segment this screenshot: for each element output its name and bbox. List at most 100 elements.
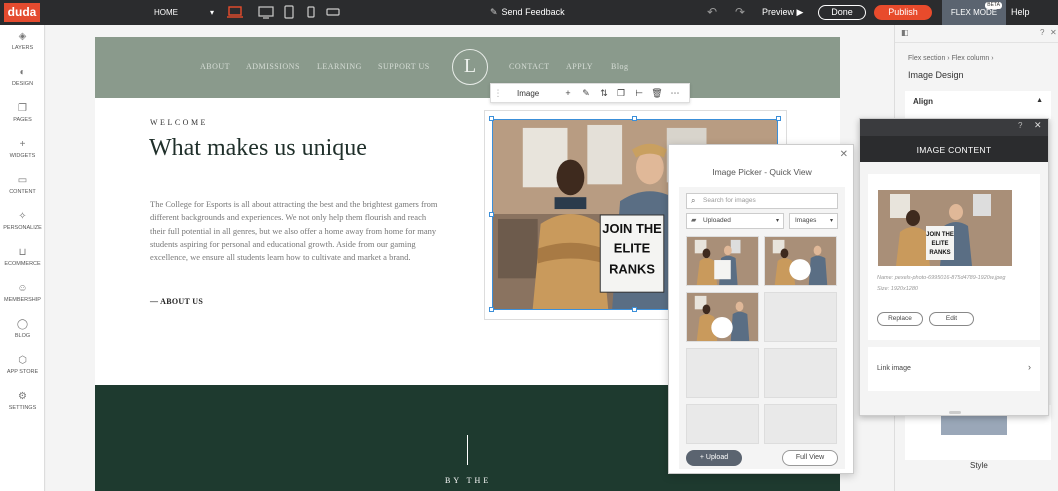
add-icon[interactable]: + [561, 84, 575, 103]
publish-button[interactable]: Publish [874, 5, 932, 20]
align-icon[interactable]: ⊢ [632, 84, 646, 103]
done-button[interactable]: Done [818, 5, 866, 20]
nav-link-contact[interactable]: CONTACT [509, 62, 550, 71]
align-section[interactable]: Align ▲ [905, 91, 1051, 119]
gear-icon: ⚙ [18, 391, 27, 402]
trash-icon[interactable]: 🗑 [650, 84, 664, 103]
image-thumbnail[interactable] [764, 236, 837, 286]
nav-link-blog[interactable]: Blog [611, 62, 629, 71]
toolbar-element-label: Image [517, 89, 540, 98]
sidebar-item-label: CONTENT [9, 189, 36, 195]
thumbnail-photo [687, 237, 758, 285]
sidebar-item-content[interactable]: ▭ CONTENT [0, 175, 45, 195]
help-button[interactable]: Help [1011, 0, 1030, 25]
close-icon[interactable]: ✕ [1034, 120, 1042, 131]
duplicate-icon[interactable]: ❐ [614, 84, 628, 103]
image-thumbnail-placeholder[interactable] [686, 404, 759, 444]
edit-button[interactable]: Edit [929, 312, 974, 326]
content-panel-header: ? ✕ IMAGE CONTENT [860, 119, 1048, 162]
style-label: Style [970, 461, 988, 470]
mobile-landscape-icon[interactable] [324, 4, 342, 20]
help-icon[interactable]: ? [1018, 121, 1022, 130]
resize-handle[interactable] [489, 212, 494, 217]
sign-line-1: JOIN THE [926, 232, 954, 238]
image-thumbnail[interactable] [686, 292, 759, 342]
nav-link-learning[interactable]: LEARNING [317, 62, 362, 71]
about-us-link[interactable]: — ABOUT US [150, 297, 203, 306]
image-thumbnail-placeholder[interactable] [764, 348, 837, 398]
sidebar-item-membership[interactable]: ☺ MEMBERSHIP [0, 283, 45, 303]
appstore-icon: ⬡ [18, 355, 27, 366]
preview-button[interactable]: Preview ▶ [762, 0, 803, 25]
sidebar-item-ecommerce[interactable]: ⊔ ECOMMERCE [0, 247, 45, 267]
image-thumbnail-placeholder[interactable] [764, 404, 837, 444]
flex-mode-label: FLEX MODE [950, 8, 998, 17]
page-headline: What makes us unique [149, 135, 367, 161]
scrollbar[interactable] [949, 411, 961, 414]
resize-handle[interactable] [776, 116, 781, 121]
nav-link-apply[interactable]: APPLY [566, 62, 593, 71]
sidebar-item-pages[interactable]: ❐ PAGES [0, 103, 45, 123]
beta-badge: BETA [985, 2, 1002, 9]
site-logo[interactable]: L [452, 49, 488, 85]
sign-line-2: ELITE [931, 241, 948, 247]
replace-button[interactable]: Replace [877, 312, 923, 326]
close-icon[interactable]: ✕ [1050, 28, 1057, 37]
search-input[interactable]: ⌕ Search for images [686, 193, 838, 209]
sidebar-item-personalize[interactable]: ✧ PERSONALIZE [0, 211, 45, 231]
preview-photo: JOIN THE ELITE RANKS [878, 190, 1012, 266]
sign-line-2: ELITE [614, 241, 651, 256]
sidebar-item-widgets[interactable]: + WIDGETS [0, 139, 45, 159]
resize-handle[interactable] [632, 116, 637, 121]
type-select[interactable]: Images ▾ [789, 213, 838, 229]
sliders-icon[interactable]: ⇅ [597, 84, 611, 103]
image-content-panel: ? ✕ IMAGE CONTENT JOIN THE ELITE RANKS N… [859, 118, 1049, 416]
image-thumbnail-placeholder[interactable] [686, 348, 759, 398]
duda-logo[interactable]: duda [4, 3, 40, 22]
upload-button[interactable]: + Upload [686, 450, 742, 466]
desktop-icon[interactable] [257, 4, 275, 20]
sidebar-item-blog[interactable]: ◯ BLOG [0, 319, 45, 339]
align-label: Align [913, 97, 933, 106]
flex-mode-toggle[interactable]: FLEX MODE BETA [942, 0, 1006, 25]
sign-line-3: RANKS [609, 261, 655, 276]
more-icon[interactable]: ⋯ [668, 84, 682, 103]
plus-icon: + [19, 139, 26, 150]
image-preview[interactable]: JOIN THE ELITE RANKS [878, 190, 1012, 266]
nav-link-about[interactable]: ABOUT [200, 62, 230, 71]
resize-handle[interactable] [632, 307, 637, 312]
image-size: Size: 1920x1280 [877, 286, 918, 292]
link-image-row[interactable]: Link image › [868, 347, 1040, 391]
undo-icon[interactable]: ↶ [707, 0, 717, 25]
source-select[interactable]: ▰ Uploaded ▾ [686, 213, 784, 229]
page-select[interactable]: HOME ▾ [148, 0, 220, 25]
image-thumbnail-placeholder[interactable] [764, 292, 837, 342]
image-picker-dialog: ✕ Image Picker - Quick View ⌕ Search for… [668, 144, 854, 474]
drag-handle-icon[interactable]: ⋮ [491, 84, 505, 103]
help-icon[interactable]: ? [1040, 28, 1044, 37]
sidebar-item-settings[interactable]: ⚙ SETTINGS [0, 391, 45, 411]
nav-link-admissions[interactable]: ADMISSIONS [246, 62, 300, 71]
sidebar-item-design[interactable]: ◐ DESIGN [0, 67, 45, 87]
pencil-icon[interactable]: ✎ [579, 84, 593, 103]
content-panel-title: IMAGE CONTENT [916, 145, 992, 155]
full-view-button[interactable]: Full View [782, 450, 838, 466]
image-thumbnail[interactable] [686, 236, 759, 286]
resize-handle[interactable] [489, 116, 494, 121]
mobile-icon[interactable] [302, 4, 320, 20]
sidebar-item-layers[interactable]: ◈ LAYERS [0, 31, 45, 51]
chat-icon: ◯ [16, 319, 29, 330]
tablet-icon[interactable] [280, 4, 298, 20]
desktop-active-icon[interactable] [226, 4, 244, 20]
redo-icon[interactable]: ↷ [735, 0, 745, 25]
close-icon[interactable]: ✕ [840, 149, 848, 160]
breadcrumb[interactable]: Flex section › Flex column › [908, 55, 994, 62]
resize-handle[interactable] [489, 307, 494, 312]
divider-line [467, 435, 468, 465]
plus-icon: + [699, 454, 704, 461]
nav-link-support-us[interactable]: SUPPORT US [378, 62, 430, 71]
panel-dock-icon[interactable]: ◧ [901, 28, 909, 37]
sidebar-item-app-store[interactable]: ⬡ APP STORE [0, 355, 45, 375]
folder-icon: ▰ [691, 217, 697, 224]
send-feedback-button[interactable]: ✎ Send Feedback [490, 0, 565, 25]
